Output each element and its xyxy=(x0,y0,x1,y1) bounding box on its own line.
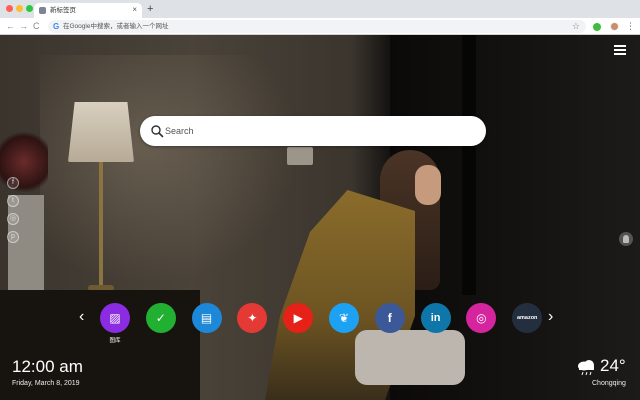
shortcut-tasks[interactable]: ✓ xyxy=(145,303,176,345)
bird-icon[interactable]: ❦ xyxy=(329,303,359,333)
reload-button[interactable]: C xyxy=(33,19,40,33)
shortcut-games[interactable]: ✦ xyxy=(237,303,268,345)
search-placeholder: Search xyxy=(165,126,194,136)
clock-date: Friday, March 8, 2019 xyxy=(12,380,80,387)
new-tab-page: Search f t ◎ p ‹ › ▨ 图库 ✓ ▤ ✦ ▶ ❦ f in ◎ amazon 12… xyxy=(0,35,640,400)
cloud-rain-icon xyxy=(578,360,594,376)
background-lamp-shade xyxy=(68,102,134,162)
shortcut-youtube[interactable]: ▶ xyxy=(283,303,314,345)
shortcut-twitter[interactable]: ❦ xyxy=(329,303,359,345)
address-bar[interactable]: G 在Google中搜索，或者输入一个网址 ☆ xyxy=(48,20,586,33)
profile-avatar[interactable] xyxy=(610,22,619,31)
close-window-button[interactable] xyxy=(6,5,13,12)
new-tab-button[interactable]: + xyxy=(147,2,153,16)
tab-new-tab[interactable]: 新标签页 × xyxy=(34,3,142,18)
shortcut-linkedin[interactable]: in xyxy=(420,303,451,345)
bookmark-star-icon[interactable]: ☆ xyxy=(572,20,580,33)
close-tab-icon[interactable]: × xyxy=(132,4,137,16)
shortcut-gallery[interactable]: ▨ 图库 xyxy=(100,303,130,345)
extension-icon[interactable] xyxy=(593,23,601,31)
address-bar-placeholder: 在Google中搜索，或者输入一个网址 xyxy=(63,23,169,30)
background-woman-face xyxy=(415,165,441,205)
dock-next-button[interactable]: › xyxy=(548,307,553,327)
page-icon xyxy=(39,7,46,14)
browser-toolbar: ← → C G 在Google中搜索，或者输入一个网址 ☆ ⋮ xyxy=(0,18,640,35)
hamburger-menu-icon[interactable] xyxy=(614,45,626,55)
shortcut-amazon[interactable]: amazon xyxy=(512,303,543,345)
shortcut-dock: ▨ 图库 ✓ ▤ ✦ ▶ ❦ f in ◎ amazon xyxy=(100,303,543,345)
check-icon[interactable]: ✓ xyxy=(145,303,176,333)
search-input[interactable]: Search xyxy=(140,116,486,146)
image-icon[interactable]: ▨ xyxy=(100,303,130,333)
note-icon[interactable]: ▤ xyxy=(191,303,222,333)
gamepad-icon[interactable]: ✦ xyxy=(237,303,268,333)
pinterest-icon[interactable]: p xyxy=(7,231,19,243)
camera-icon[interactable]: ◎ xyxy=(466,303,497,333)
weather-city: Chongqing xyxy=(592,380,626,387)
background-photo xyxy=(40,55,300,285)
google-icon: G xyxy=(53,22,60,31)
search-icon xyxy=(151,125,164,138)
tab-strip: 新标签页 × + xyxy=(0,0,640,18)
shortcut-facebook[interactable]: f xyxy=(374,303,405,345)
minimize-window-button[interactable] xyxy=(16,5,23,12)
tab-title: 新标签页 xyxy=(50,7,76,14)
twitter-icon[interactable]: t xyxy=(7,195,19,207)
play-icon[interactable]: ▶ xyxy=(283,303,314,333)
background-window-frame xyxy=(462,35,476,295)
amazon-icon[interactable]: amazon xyxy=(512,303,543,333)
shortcut-instagram[interactable]: ◎ xyxy=(466,303,497,345)
forward-button[interactable]: → xyxy=(19,19,28,33)
facebook-icon[interactable]: f xyxy=(7,177,19,189)
maximize-window-button[interactable] xyxy=(26,5,33,12)
weather-temperature: 24° xyxy=(600,356,626,375)
shortcut-notes[interactable]: ▤ xyxy=(191,303,222,345)
notification-icon[interactable] xyxy=(619,232,633,246)
back-button[interactable]: ← xyxy=(6,19,15,33)
background-lamp-pole xyxy=(99,162,103,287)
social-rail: f t ◎ p xyxy=(7,177,19,249)
shortcut-label: 图库 xyxy=(109,338,121,344)
dock-prev-button[interactable]: ‹ xyxy=(79,307,84,327)
background-thermostat xyxy=(287,147,313,165)
clock-time: 12:00 am xyxy=(12,357,83,376)
instagram-icon[interactable]: ◎ xyxy=(7,213,19,225)
browser-menu-icon[interactable]: ⋮ xyxy=(626,19,635,33)
f-icon[interactable]: f xyxy=(374,303,405,333)
in-icon[interactable]: in xyxy=(420,303,451,333)
